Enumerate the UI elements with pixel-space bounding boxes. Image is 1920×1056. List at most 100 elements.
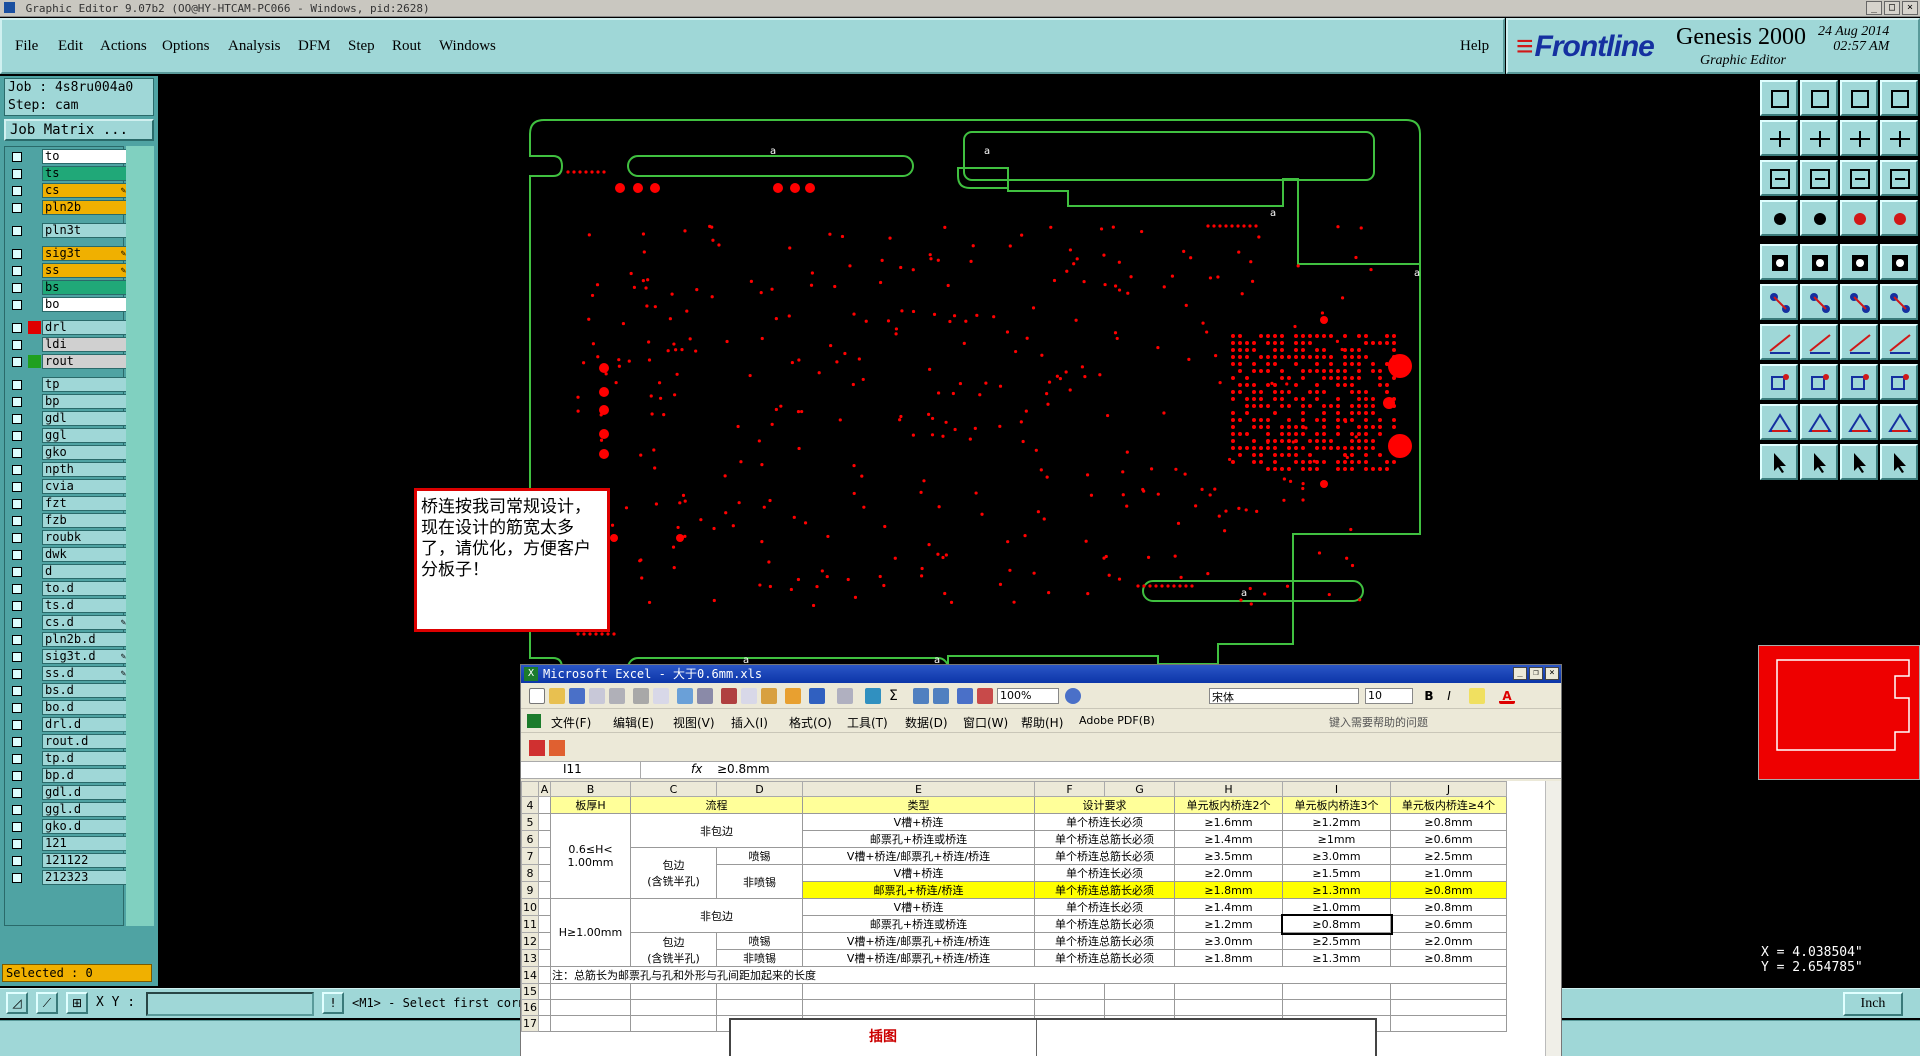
- cell[interactable]: [550, 1015, 631, 1032]
- cell[interactable]: V槽+桥连/邮票孔+桥连/桥连: [802, 949, 1035, 967]
- cell[interactable]: ≥1.4mm: [1174, 830, 1283, 848]
- layer-row[interactable]: npth: [7, 462, 130, 477]
- save-job-button[interactable]: [1800, 80, 1838, 116]
- cell[interactable]: 单个桥连长必须: [1034, 864, 1175, 882]
- header-cell[interactable]: 流程: [630, 796, 803, 814]
- column-header[interactable]: F: [1034, 781, 1105, 797]
- menu-windows[interactable]: Windows: [439, 38, 496, 55]
- layer-checkbox[interactable]: [12, 380, 22, 390]
- layer-checkbox[interactable]: [12, 186, 22, 196]
- cell[interactable]: 非喷锡: [716, 949, 803, 967]
- cell[interactable]: 0.6≤H< 1.00mm: [550, 813, 631, 899]
- layer-checkbox[interactable]: [12, 448, 22, 458]
- header-cell[interactable]: 单元板内桥连2个: [1174, 796, 1283, 814]
- layer-checkbox[interactable]: [12, 323, 22, 333]
- layer-row[interactable]: dwk: [7, 547, 130, 562]
- layer-row[interactable]: rout.d: [7, 734, 130, 749]
- cell[interactable]: ≥2.0mm: [1174, 864, 1283, 882]
- layer-row[interactable]: ggl: [7, 428, 130, 443]
- cell[interactable]: ≥1.4mm: [1174, 898, 1283, 916]
- cell[interactable]: [538, 813, 551, 831]
- zoom-select[interactable]: 100%: [997, 688, 1059, 704]
- cell[interactable]: V槽+桥连: [802, 898, 1035, 916]
- cell[interactable]: [1174, 983, 1283, 1000]
- layer-row[interactable]: sig3t.d ✎: [7, 649, 130, 664]
- cell[interactable]: ≥3.0mm: [1282, 847, 1391, 865]
- layer-checkbox[interactable]: [12, 601, 22, 611]
- layer-row[interactable]: tp.d: [7, 751, 130, 766]
- layer-name[interactable]: sig3t.d ✎: [42, 649, 130, 664]
- layer-checkbox[interactable]: [12, 805, 22, 815]
- new-icon[interactable]: [529, 688, 545, 704]
- font-size-select[interactable]: 10: [1365, 688, 1413, 704]
- row-header[interactable]: 16: [521, 999, 539, 1016]
- help-button[interactable]: [1880, 160, 1918, 196]
- layer-checkbox[interactable]: [12, 300, 22, 310]
- grid-icon[interactable]: ⊞: [66, 992, 88, 1014]
- layer-row[interactable]: bp.d: [7, 768, 130, 783]
- route-button[interactable]: [1880, 444, 1918, 480]
- layer-down-button[interactable]: [1880, 200, 1918, 236]
- layer-row[interactable]: 212323: [7, 870, 130, 885]
- layer-checkbox[interactable]: [12, 839, 22, 849]
- layer-name[interactable]: d: [42, 564, 130, 579]
- row-header[interactable]: 11: [521, 915, 539, 933]
- layer-name[interactable]: gdl: [42, 411, 130, 426]
- pointer-button[interactable]: [1760, 444, 1798, 480]
- cell[interactable]: ≥1.0mm: [1282, 898, 1391, 916]
- cell[interactable]: 单个桥连总筋长必须: [1034, 847, 1175, 865]
- cell[interactable]: [1282, 999, 1391, 1016]
- email-icon[interactable]: [609, 688, 625, 704]
- cell[interactable]: ≥3.5mm: [1174, 847, 1283, 865]
- menu-edit[interactable]: Edit: [58, 38, 83, 55]
- cell[interactable]: [538, 915, 551, 933]
- dash-button[interactable]: [1800, 364, 1838, 400]
- cell[interactable]: [802, 999, 1035, 1016]
- autosum-icon[interactable]: Σ: [889, 688, 905, 704]
- pad-button[interactable]: [1880, 244, 1918, 280]
- arch-button[interactable]: [1880, 404, 1918, 440]
- cell[interactable]: ≥0.8mm: [1390, 813, 1507, 831]
- cell[interactable]: [630, 999, 717, 1016]
- line-button[interactable]: [1760, 324, 1798, 360]
- group-button[interactable]: [1880, 364, 1918, 400]
- menu-dfm[interactable]: DFM: [298, 38, 331, 55]
- row-header[interactable]: 4: [521, 796, 539, 814]
- layer-checkbox[interactable]: [12, 618, 22, 628]
- open-job-button[interactable]: [1760, 80, 1798, 116]
- layer-checkbox[interactable]: [12, 550, 22, 560]
- cell[interactable]: 单个桥连总筋长必须: [1034, 932, 1175, 950]
- cell[interactable]: [1390, 1015, 1507, 1032]
- xl-menu-insert[interactable]: 插入(I): [731, 714, 768, 731]
- layer-checkbox[interactable]: [12, 340, 22, 350]
- zoom-home-button[interactable]: [1800, 160, 1838, 196]
- triangle-button[interactable]: [1760, 404, 1798, 440]
- cell[interactable]: 邮票孔+桥连/桥连: [802, 881, 1035, 899]
- layer-name[interactable]: 121122: [42, 853, 130, 868]
- footnote-cell[interactable]: 注：总筋长为邮票孔与孔和外形与孔间距加起来的长度: [550, 966, 1507, 984]
- layer-name[interactable]: ggl: [42, 428, 130, 443]
- cell[interactable]: V槽+桥连: [802, 813, 1035, 831]
- job-matrix-button[interactable]: Job Matrix ...: [4, 119, 154, 141]
- cell[interactable]: 喷锡: [716, 847, 803, 865]
- cell[interactable]: [538, 864, 551, 882]
- layer-name[interactable]: npth: [42, 462, 130, 477]
- cell[interactable]: [538, 966, 551, 984]
- menu-analysis[interactable]: Analysis: [228, 38, 281, 55]
- layer-name[interactable]: drl.d: [42, 717, 130, 732]
- layer-checkbox[interactable]: [12, 414, 22, 424]
- select-button[interactable]: [1800, 444, 1838, 480]
- cell[interactable]: V槽+桥连/邮票孔+桥连/桥连: [802, 847, 1035, 865]
- layer-name[interactable]: bs.d: [42, 683, 130, 698]
- permission-icon[interactable]: [589, 688, 605, 704]
- layer-row[interactable]: gdl.d: [7, 785, 130, 800]
- layer-row[interactable]: fzt: [7, 496, 130, 511]
- menu-help[interactable]: Help: [1460, 38, 1489, 55]
- cell[interactable]: ≥2.5mm: [1282, 932, 1391, 950]
- menu-file[interactable]: File: [15, 38, 38, 55]
- cell[interactable]: [550, 983, 631, 1000]
- layer-row[interactable]: ldi: [7, 337, 130, 352]
- layer-name[interactable]: ldi: [42, 337, 130, 352]
- layer-checkbox[interactable]: [12, 652, 22, 662]
- data-table[interactable]: A B C D E F G H I J 4 板厚H 流程 类型 设计要求 单元板内桥连2个 单元板内桥连3个 单元…: [521, 781, 1507, 1032]
